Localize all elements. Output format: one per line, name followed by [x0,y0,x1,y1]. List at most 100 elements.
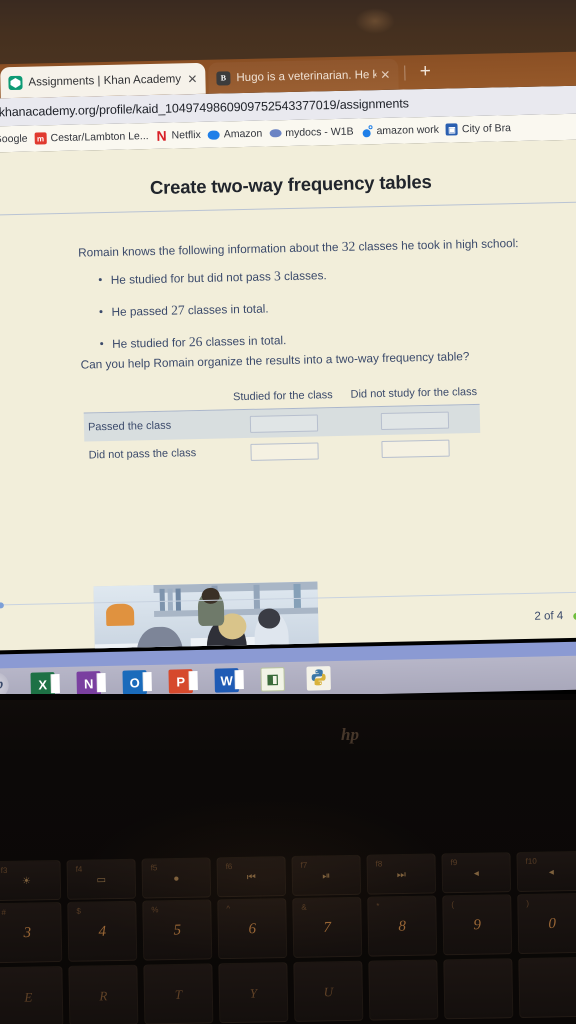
answer-input-not-passed-not-studied[interactable] [380,439,450,458]
scroll-indicator-dot [0,602,4,609]
bookmark-amazon-work[interactable]: amazon work [360,124,439,138]
bookmark-netflix[interactable]: N Netflix [155,127,201,144]
table-cell [349,410,480,430]
bookmark-label: mydocs - W1B [285,125,354,140]
key-6[interactable]: ^ 6 [217,898,288,960]
key-f4[interactable]: f4 ▭ [66,858,137,900]
bookmark-cestar-lambton[interactable]: m Cestar/Lambton Le... [34,130,149,145]
bookmark-google[interactable]: Google [0,133,28,146]
key-7[interactable]: & 7 [292,896,363,958]
browser-window: Assignments | Khan Academy ✕ B Hugo is a… [0,51,576,664]
city-of-brampton-icon: ▣ [445,123,459,136]
answer-input-passed-studied[interactable] [249,413,318,433]
taskbar-app-word[interactable]: W [214,668,244,693]
tab-title: Hugo is a veterinarian. He knows [236,68,377,84]
play-pause-icon: ⏯ [322,870,331,882]
tab-divider [404,65,406,81]
key-f3[interactable]: f3 ☀ [0,859,62,902]
prompt-text-after: classes he took in high school: [355,236,519,254]
answer-input-not-passed-studied[interactable] [249,441,319,461]
bullet-text-after: classes in total. [184,301,269,318]
amazon-work-icon [360,125,373,137]
close-icon[interactable]: ✕ [187,71,197,85]
key-4[interactable]: $4 [67,900,138,962]
key-3[interactable]: #3 [0,901,63,964]
key-9[interactable]: (9 [442,894,513,956]
outlook-icon: O [129,674,140,691]
bullet-text-after: classes in total. [202,333,287,349]
bullet-text-before: He studied for [112,335,190,351]
bullet-text-before: He studied for but did not pass [110,269,275,287]
new-tab-button[interactable]: + [414,61,436,84]
taskbar-app-chart-notepad[interactable]: ◧ [260,667,285,692]
python-icon [309,668,327,689]
page-title: Create two-way frequency tables [149,170,432,199]
key-0[interactable]: ) 0 [517,892,576,955]
hp-logo: hp [341,725,359,744]
key-u[interactable]: U [293,960,364,1022]
exercise-pager: 2 of 4 [534,610,576,623]
taskbar-app-powerpoint[interactable]: P [168,669,198,694]
row-label-did-not-pass: Did not pass the class [88,447,197,462]
key-f10[interactable]: f10 ◂ [516,850,576,893]
list-item: He studied for but did not pass 3 classe… [99,267,327,288]
tab-title: Assignments | Khan Academy [28,72,182,89]
taskbar-app-onenote[interactable]: N [76,671,106,696]
bookmark-label: Google [0,132,28,146]
key-f7[interactable]: f7 ⏯ [291,854,362,896]
taskbar-app-outlook[interactable]: O [122,670,152,695]
key-r[interactable]: R [68,964,139,1024]
brightness-icon: ☀ [21,875,31,887]
bookmark-label: Amazon [223,127,263,141]
table-cell [349,438,480,458]
tab-assignments-khan-academy[interactable]: Assignments | Khan Academy ✕ [0,62,206,99]
answer-input-passed-not-studied[interactable] [380,411,449,430]
exercise-page: Create two-way frequency tables Romain k… [0,139,576,651]
previous-track-icon: ⏮ [246,871,256,883]
volume-up-icon: ◂ [548,866,554,878]
key-t[interactable]: T [143,963,214,1024]
bookmark-label: amazon work [376,123,440,138]
bullet-number: 27 [170,302,185,318]
taskbar-app-python[interactable] [306,666,331,691]
light-glare [355,8,395,34]
taskbar-app-excel[interactable]: X [30,672,60,697]
table-cell [218,441,349,461]
exercise-prompt: Romain knows the following information a… [78,235,519,261]
key-o[interactable] [443,958,514,1020]
key-f6[interactable]: f6 ⏮ [216,856,287,898]
display-icon: ▭ [96,874,107,886]
keyboard-number-row: #3 $4 % 5 ^ 6 & 7 * 8 (9 ) 0 [0,892,576,964]
bullet-text-before: He passed [111,303,172,319]
volume-down-icon: ◂ [473,867,479,880]
key-y[interactable]: Y [218,962,289,1024]
prompt-number: 32 [341,238,356,254]
key-8[interactable]: * 8 [367,895,438,957]
key-p[interactable] [518,956,576,1019]
keyboard-letter-row: E R T Y U [0,956,576,1024]
close-icon[interactable]: ✕ [380,67,390,81]
key-f8[interactable]: f8 ⏭ [366,853,437,895]
key-i[interactable] [368,959,439,1021]
tab-hugo-veterinarian[interactable]: B Hugo is a veterinarian. He knows ✕ [208,58,399,94]
key-5[interactable]: % 5 [142,899,213,961]
prompt-text-before: Romain knows the following information a… [78,239,342,260]
key-f5[interactable]: f5 ● [141,857,212,899]
library-photo [93,581,320,651]
bookmark-mydocs-w1b[interactable]: mydocs - W1B [269,126,354,140]
key-f9[interactable]: f9 ◂ [441,852,512,894]
brainly-icon: B [216,70,231,86]
pager-label: 2 of 4 [534,610,564,623]
onenote-icon: N [83,675,94,692]
laptop-screen-photo: Assignments | Khan Academy ✕ B Hugo is a… [0,0,576,1024]
screen-hinge [0,694,576,700]
key-e[interactable]: E [0,965,64,1024]
bookmark-city-of-brampton[interactable]: ▣ City of Bra [445,122,511,136]
khan-academy-leaf-icon [8,75,23,90]
netflix-icon: N [156,127,167,144]
title-divider [0,201,576,216]
bookmark-amazon[interactable]: Amazon [207,127,263,141]
bullet-text-after: classes. [280,268,327,284]
mydocs-icon [269,127,282,139]
row-label-passed: Passed the class [87,419,172,434]
